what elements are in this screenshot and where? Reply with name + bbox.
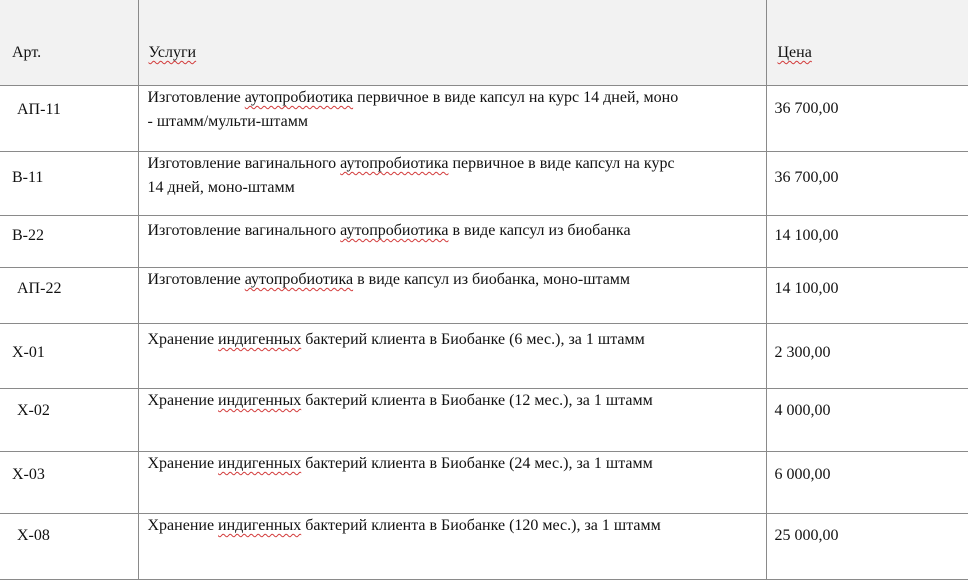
service-description: Изготовление аутопробиотика первичное в … — [139, 86, 766, 134]
service-cell: Изготовление аутопробиотика первичное в … — [137, 85, 767, 152]
art-cell: Х-08 — [0, 513, 139, 580]
service-description: Изготовление вагинального аутопробиотика… — [139, 216, 766, 243]
header-row: Арт. Услуги Цена — [0, 0, 968, 86]
art-cell: Х-01 — [0, 323, 139, 389]
service-text-flagged: индигенных — [218, 517, 302, 534]
service-text-flagged: индигенных — [218, 455, 302, 472]
art-code: В-11 — [12, 169, 44, 186]
art-cell: АП-22 — [0, 267, 139, 324]
service-description: Хранение индигенных бактерий клиента в Б… — [139, 324, 766, 352]
service-text: в виде капсул из биобанка, моно-штамм — [353, 271, 631, 288]
price-value: 25 000,00 — [774, 527, 839, 544]
art-code: АП-11 — [17, 101, 61, 118]
service-cell: Хранение индигенных бактерий клиента в Б… — [137, 388, 767, 452]
service-text: Хранение — [147, 331, 219, 348]
service-description: Изготовление аутопробиотика в виде капсу… — [139, 268, 766, 292]
header-service-label: Услуги — [148, 44, 197, 61]
price-table: Арт. Услуги Цена АП-11 Изготовление аутоп… — [0, 0, 968, 580]
service-description: Изготовление вагинального аутопробиотика… — [139, 152, 766, 200]
service-text: Хранение — [147, 455, 219, 472]
service-description: Хранение индигенных бактерий клиента в Б… — [139, 452, 766, 476]
price-value: 6 000,00 — [774, 466, 831, 483]
price-cell: 36 700,00 — [765, 85, 968, 152]
service-text: первичное в виде капсул на курс 14 дней,… — [353, 89, 679, 106]
service-text: - штамм/мульти-штамм — [147, 113, 308, 130]
art-cell: В-22 — [0, 215, 139, 268]
art-code: Х-01 — [12, 344, 45, 361]
service-text-flagged: аутопробиотика — [244, 271, 354, 288]
price-cell: 4 000,00 — [765, 388, 968, 452]
header-price-label: Цена — [777, 44, 812, 61]
price-cell: 14 100,00 — [765, 215, 968, 268]
service-description: Хранение индигенных бактерий клиента в Б… — [139, 514, 766, 538]
table-row: В-11 Изготовление вагинального аутопробио… — [0, 151, 968, 216]
art-code: АП-22 — [17, 280, 62, 297]
price-cell: 2 300,00 — [765, 323, 968, 389]
header-cell-service: Услуги — [137, 0, 767, 86]
service-text: бактерий клиента в Биобанке (24 мес.), з… — [301, 455, 653, 472]
art-cell: АП-11 — [0, 85, 139, 152]
service-cell: Хранение индигенных бактерий клиента в Б… — [137, 451, 767, 514]
service-text: 14 дней, моно-штамм — [147, 179, 295, 196]
art-code: Х-02 — [17, 402, 50, 419]
table-row: Х-08 Хранение индигенных бактерий клиента… — [0, 513, 968, 580]
service-text-flagged: индигенных — [218, 331, 302, 348]
service-text-flagged: аутопробиотика — [340, 155, 449, 172]
service-text-flagged: аутопробиотика — [244, 89, 354, 106]
price-value: 14 100,00 — [774, 227, 839, 244]
service-cell: Хранение индигенных бактерий клиента в Б… — [137, 323, 767, 389]
service-cell: Изготовление аутопробиотика в виде капсу… — [137, 267, 767, 324]
art-code: В-22 — [12, 227, 44, 244]
service-text: в виде капсул из биобанка — [448, 222, 631, 239]
table-row: Х-01 Хранение индигенных бактерий клиента… — [0, 323, 968, 389]
service-text-flagged: аутопробиотика — [340, 222, 449, 239]
service-cell: Изготовление вагинального аутопробиотика… — [137, 151, 767, 216]
table-row: В-22 Изготовление вагинального аутопробио… — [0, 215, 968, 268]
price-cell: 36 700,00 — [765, 151, 968, 216]
art-cell: Х-03 — [0, 451, 139, 514]
service-text: Изготовление — [147, 89, 245, 106]
art-code: Х-03 — [12, 466, 45, 483]
service-text: Изготовление вагинального — [147, 155, 341, 172]
service-text: Изготовление — [147, 271, 245, 288]
art-code: Х-08 — [17, 527, 50, 544]
price-cell: 6 000,00 — [765, 451, 968, 514]
table-row: Х-03 Хранение индигенных бактерий клиента… — [0, 451, 968, 514]
price-cell: 25 000,00 — [765, 513, 968, 580]
price-value: 36 700,00 — [774, 100, 839, 117]
header-art-label: Арт. — [12, 44, 42, 61]
service-text: Хранение — [147, 392, 219, 409]
price-value: 4 000,00 — [774, 402, 831, 419]
service-text: первичное в виде капсул на курс — [448, 155, 675, 172]
service-text: бактерий клиента в Биобанке (12 мес.), з… — [301, 392, 653, 409]
art-cell: Х-02 — [0, 388, 139, 452]
price-cell: 14 100,00 — [765, 267, 968, 324]
price-value: 36 700,00 — [774, 169, 839, 186]
table-row: АП-11 Изготовление аутопробиотика первичн… — [0, 85, 968, 152]
service-text: Изготовление вагинального — [147, 222, 341, 239]
table-row: Х-02 Хранение индигенных бактерий клиента… — [0, 388, 968, 452]
header-cell-art: Арт. — [0, 0, 139, 86]
service-text: Хранение — [147, 517, 219, 534]
service-text: бактерий клиента в Биобанке (120 мес.), … — [301, 517, 661, 534]
price-value: 14 100,00 — [774, 280, 839, 297]
table-row: АП-22 Изготовление аутопробиотика в виде … — [0, 267, 968, 324]
service-text-flagged: индигенных — [218, 392, 302, 409]
service-cell: Изготовление вагинального аутопробиотика… — [137, 215, 767, 268]
price-value: 2 300,00 — [774, 344, 831, 361]
header-cell-price: Цена — [765, 0, 968, 86]
service-text: бактерий клиента в Биобанке (6 мес.), за… — [301, 331, 645, 348]
service-cell: Хранение индигенных бактерий клиента в Б… — [137, 513, 767, 580]
service-description: Хранение индигенных бактерий клиента в Б… — [139, 389, 766, 413]
art-cell: В-11 — [0, 151, 139, 216]
